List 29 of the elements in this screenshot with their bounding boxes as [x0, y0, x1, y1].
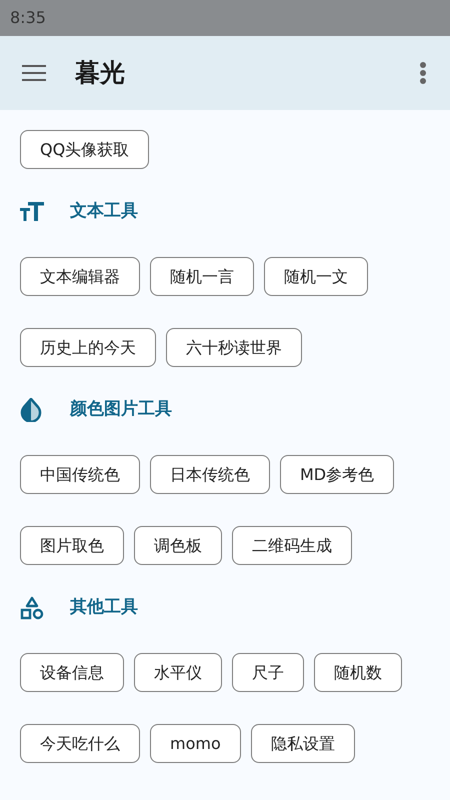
tool-chip[interactable]: 尺子 — [232, 653, 304, 692]
tool-chip[interactable]: MD参考色 — [280, 455, 394, 494]
tool-chip[interactable]: 历史上的今天 — [20, 328, 156, 367]
tool-chip[interactable]: 随机一文 — [264, 257, 368, 296]
section-heading: 其他工具 — [70, 596, 138, 620]
tool-chip[interactable]: 今天吃什么 — [20, 724, 140, 763]
tool-chip[interactable]: 调色板 — [134, 526, 222, 565]
tool-chip[interactable]: 图片取色 — [20, 526, 124, 565]
tool-chip[interactable]: 日本传统色 — [150, 455, 270, 494]
status-time: 8:35 — [10, 7, 46, 29]
tool-chip[interactable]: 文本编辑器 — [20, 257, 140, 296]
tool-chip[interactable]: QQ头像获取 — [20, 130, 150, 169]
drop-icon — [20, 398, 42, 422]
app-title: 暮光 — [75, 57, 125, 90]
tool-chip[interactable]: 隐私设置 — [250, 724, 355, 763]
text-size-icon — [20, 202, 44, 222]
menu-button[interactable] — [22, 63, 48, 83]
tool-chip[interactable]: 随机数 — [314, 653, 402, 692]
tool-chip[interactable]: 水平仪 — [134, 653, 222, 692]
tool-chip[interactable]: 六十秒读世界 — [166, 328, 302, 367]
tool-chip[interactable]: 中国传统色 — [20, 455, 140, 494]
tool-chip[interactable]: 随机一言 — [150, 257, 254, 296]
section-heading: 文本工具 — [70, 200, 138, 224]
tool-chip[interactable]: momo — [150, 724, 241, 763]
section-heading: 颜色图片工具 — [70, 398, 172, 422]
shapes-icon — [20, 596, 44, 620]
tool-chip[interactable]: 设备信息 — [20, 653, 124, 692]
tool-chip[interactable]: 二维码生成 — [232, 526, 352, 565]
more-options-button[interactable] — [418, 62, 428, 84]
